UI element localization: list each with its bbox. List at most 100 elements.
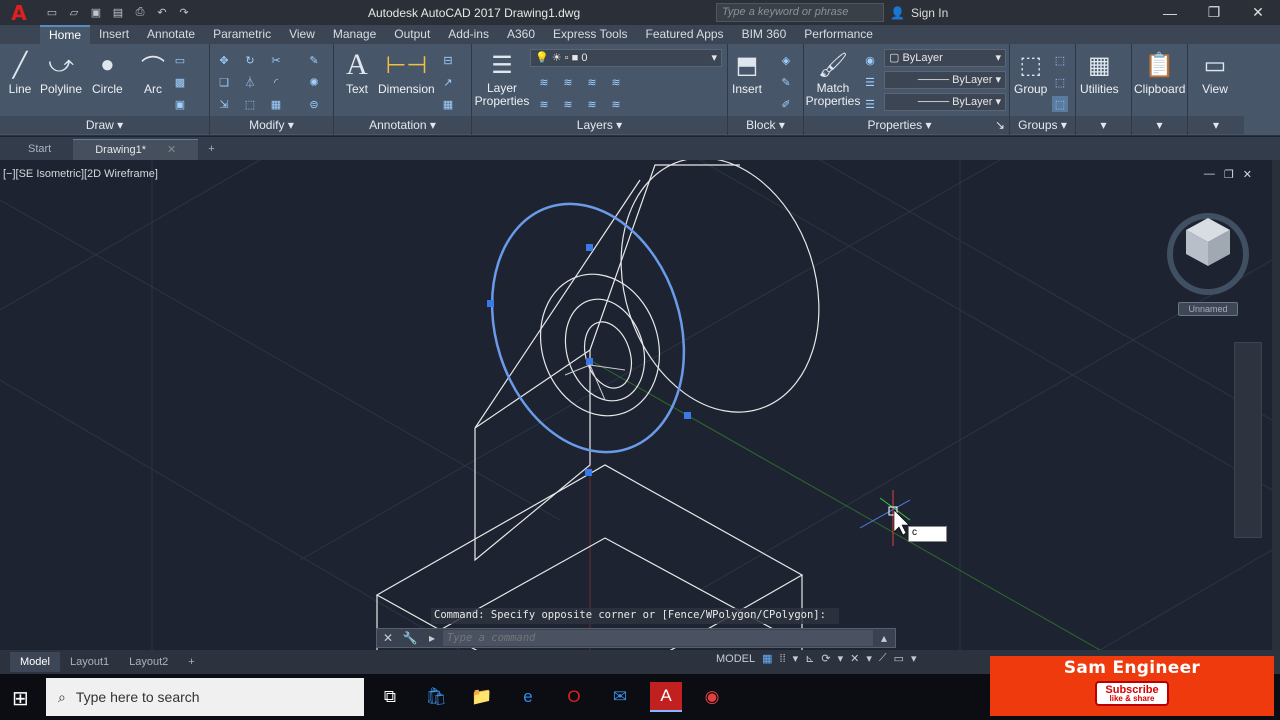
grid-icon[interactable]: ▦ xyxy=(762,652,772,665)
move-icon[interactable]: ✥ xyxy=(216,52,232,68)
tab-view[interactable]: View xyxy=(280,25,324,44)
layer-previous-icon[interactable]: ≋ xyxy=(584,96,600,112)
subscribe-button[interactable]: Subscribe like & share xyxy=(1095,681,1169,706)
clipboard-expand[interactable]: ▾ xyxy=(1132,116,1187,134)
model-space-button[interactable]: MODEL xyxy=(716,653,755,665)
recorder-icon[interactable]: ◉ xyxy=(696,682,728,712)
view-button[interactable]: ▭ View xyxy=(1200,48,1230,97)
stretch-icon[interactable]: ⇲ xyxy=(216,96,232,112)
line-button[interactable]: ╱ Line xyxy=(5,48,35,97)
autocad-taskbar-icon[interactable]: A xyxy=(650,682,682,712)
viewport-minimize-icon[interactable]: — xyxy=(1204,168,1215,181)
table-icon[interactable]: ▦ xyxy=(440,96,456,112)
new-icon[interactable]: ▭ xyxy=(44,4,60,20)
help-search-input[interactable]: Type a keyword or phrase xyxy=(716,3,884,22)
navigation-bar[interactable] xyxy=(1234,342,1262,538)
arc-button[interactable]: ⌒ Arc xyxy=(138,48,168,97)
lineweight-dropdown[interactable]: ──── ByLayer ▾ xyxy=(884,93,1006,111)
groups-panel-title[interactable]: Groups ▾ xyxy=(1010,116,1075,134)
chevron-down-icon[interactable]: ▾ xyxy=(793,652,799,665)
tab-model[interactable]: Model xyxy=(10,652,60,672)
file-explorer-icon[interactable]: 📁 xyxy=(466,682,498,712)
trim-icon[interactable]: ✂ xyxy=(268,52,284,68)
layer-unisolate-icon[interactable]: ≋ xyxy=(608,96,624,112)
lineweight-icon[interactable]: ☰ xyxy=(862,96,878,112)
model-wireframe[interactable] xyxy=(375,160,851,650)
erase-icon[interactable]: ✎ xyxy=(306,52,322,68)
tab-layout1[interactable]: Layout1 xyxy=(60,652,119,672)
snap-icon[interactable]: ⁞⁞ xyxy=(780,653,786,665)
selected-circle[interactable] xyxy=(461,179,714,477)
isodraft-icon[interactable]: ⟋ xyxy=(879,652,887,665)
customize-icon[interactable]: 🔧 xyxy=(399,629,421,647)
edit-block-icon[interactable]: ✎ xyxy=(778,74,794,90)
task-view-icon[interactable]: ⧉ xyxy=(374,682,406,712)
utilities-button[interactable]: ▦ Utilities xyxy=(1080,48,1119,97)
explode-icon[interactable]: ✺ xyxy=(306,74,322,90)
viewcube-icon[interactable] xyxy=(1167,213,1249,295)
ortho-icon[interactable]: ⊾ xyxy=(805,652,814,665)
autocad-logo-icon[interactable]: A xyxy=(0,0,38,25)
text-button[interactable]: A Text xyxy=(342,48,372,96)
layer-dropdown[interactable]: 💡 ☀ ▫ ■ 0 ▾ xyxy=(530,49,722,67)
tab-express-tools[interactable]: Express Tools xyxy=(544,25,636,44)
mail-icon[interactable]: ✉ xyxy=(604,682,636,712)
polar-icon[interactable]: ⟳ xyxy=(821,652,830,665)
view-expand[interactable]: ▾ xyxy=(1188,116,1244,134)
polyline-button[interactable]: ⤻ Polyline xyxy=(40,48,82,96)
properties-panel-title[interactable]: Properties ▾ ↘ xyxy=(804,116,1009,134)
undo-icon[interactable]: ↶ xyxy=(154,4,170,20)
layer-current-icon[interactable]: ≋ xyxy=(536,96,552,112)
tab-home[interactable]: Home xyxy=(40,25,91,44)
close-icon[interactable]: ✕ xyxy=(1236,0,1280,25)
region-icon[interactable]: ▣ xyxy=(172,96,188,112)
save-as-icon[interactable]: ▤ xyxy=(110,4,126,20)
hatch-icon[interactable]: ▩ xyxy=(172,74,188,90)
drawing-viewport[interactable]: [−][SE Isometric][2D Wireframe] — ❐ ✕ xyxy=(0,160,1272,650)
minimize-icon[interactable]: — xyxy=(1148,0,1192,25)
layer-off-icon[interactable]: ≋ xyxy=(536,74,552,90)
windows-start-icon[interactable]: ⊞ xyxy=(12,686,29,711)
chevron-down-icon[interactable]: ▾ xyxy=(911,652,917,665)
edge-icon[interactable]: e xyxy=(512,682,544,712)
grip-points[interactable] xyxy=(487,244,691,476)
match-properties-button[interactable]: 🖌 Match Properties xyxy=(806,48,861,108)
ungroup-icon[interactable]: ⬚ xyxy=(1052,52,1068,68)
object-snap-tracking-icon[interactable]: ▭ xyxy=(894,652,904,665)
store-icon[interactable]: 🛍 xyxy=(420,682,452,712)
group-edit-icon[interactable]: ⬚ xyxy=(1052,74,1068,90)
viewport-restore-icon[interactable]: ❐ xyxy=(1224,168,1234,181)
opera-icon[interactable]: O xyxy=(558,682,590,712)
save-icon[interactable]: ▣ xyxy=(88,4,104,20)
sign-in-button[interactable]: 👤 Sign In xyxy=(890,6,948,20)
command-history-toggle-icon[interactable]: ▴ xyxy=(873,629,895,647)
group-selection-icon[interactable]: ⬚ xyxy=(1052,96,1068,112)
osnap-icon[interactable]: ✕ xyxy=(850,652,859,665)
tab-annotate[interactable]: Annotate xyxy=(138,25,204,44)
restore-icon[interactable]: ❐ xyxy=(1192,0,1236,25)
tab-add-ins[interactable]: Add-ins xyxy=(439,25,498,44)
layer-match-icon[interactable]: ≋ xyxy=(560,96,576,112)
viewport-controls-label[interactable]: [−][SE Isometric][2D Wireframe] xyxy=(3,168,158,180)
tab-bim-360[interactable]: BIM 360 xyxy=(733,25,796,44)
tab-layout2[interactable]: Layout2 xyxy=(119,652,178,672)
linetype-dropdown[interactable]: ──── ByLayer ▾ xyxy=(884,71,1006,89)
dialog-launcher-icon[interactable]: ↘ xyxy=(995,116,1009,134)
rectangle-icon[interactable]: ▭ xyxy=(172,52,188,68)
layer-isolate-icon[interactable]: ≋ xyxy=(560,74,576,90)
array-icon[interactable]: ▦ xyxy=(268,96,284,112)
ucs-menu[interactable]: Unnamed xyxy=(1178,302,1238,316)
linetype-icon[interactable]: ☰ xyxy=(862,74,878,90)
tab-featured-apps[interactable]: Featured Apps xyxy=(637,25,733,44)
tab-start[interactable]: Start xyxy=(6,139,73,160)
copy-icon[interactable]: ❏ xyxy=(216,74,232,90)
tab-manage[interactable]: Manage xyxy=(324,25,385,44)
drawing-canvas[interactable] xyxy=(0,160,1272,650)
group-button[interactable]: ⬚ Group xyxy=(1014,48,1047,97)
color-wheel-icon[interactable]: ◉ xyxy=(862,52,878,68)
clipboard-button[interactable]: 📋 Clipboard xyxy=(1134,48,1185,97)
color-dropdown[interactable]: ▢ ByLayer ▾ xyxy=(884,49,1006,67)
layers-panel-title[interactable]: Layers ▾ xyxy=(472,116,727,134)
rotate-icon[interactable]: ↻ xyxy=(242,52,258,68)
leader-icon[interactable]: ↗ xyxy=(440,74,456,90)
